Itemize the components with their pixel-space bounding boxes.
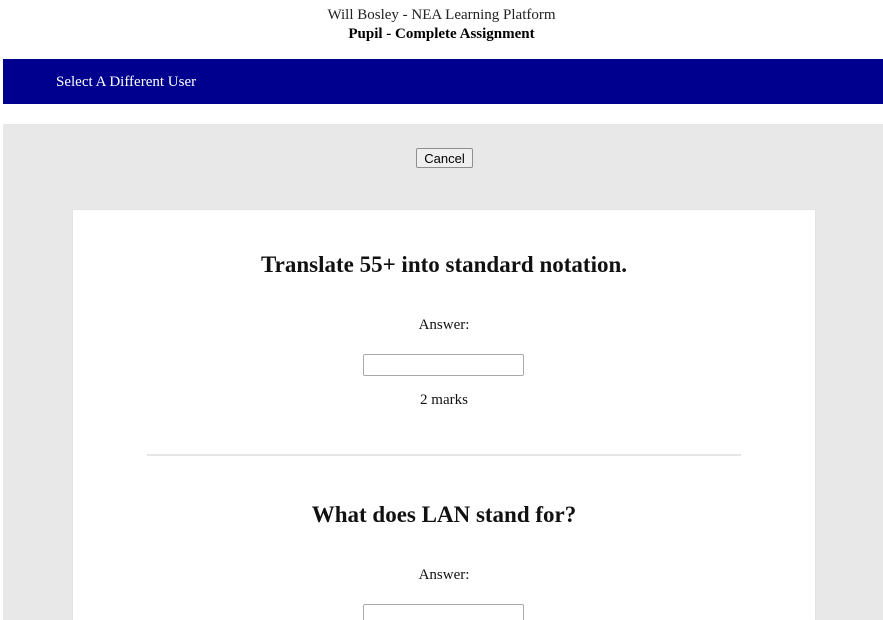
site-header: Will Bosley - NEA Learning Platform Pupi…: [0, 0, 883, 58]
page: Will Bosley - NEA Learning Platform Pupi…: [0, 0, 883, 620]
marks-label: 2 marks: [420, 392, 468, 408]
answer-label: Answer:: [418, 317, 470, 333]
answer-label: Answer:: [418, 567, 470, 583]
answer-input-1[interactable]: [363, 354, 524, 376]
assignment-card: Translate 55+ into standard notation. An…: [73, 210, 815, 620]
navbar: Select A Different User: [3, 59, 883, 104]
site-title: Will Bosley - NEA Learning Platform: [327, 7, 556, 23]
page-subtitle: Pupil - Complete Assignment: [348, 26, 535, 42]
answer-input-2[interactable]: [363, 604, 524, 620]
question-text: What does LAN stand for?: [311, 502, 577, 527]
select-different-user-link[interactable]: Select A Different User: [56, 73, 196, 91]
cancel-button[interactable]: Cancel: [416, 148, 473, 168]
question-divider: [147, 454, 741, 456]
content-area: Cancel Translate 55+ into standard notat…: [3, 124, 883, 620]
question-text: Translate 55+ into standard notation.: [260, 252, 628, 277]
